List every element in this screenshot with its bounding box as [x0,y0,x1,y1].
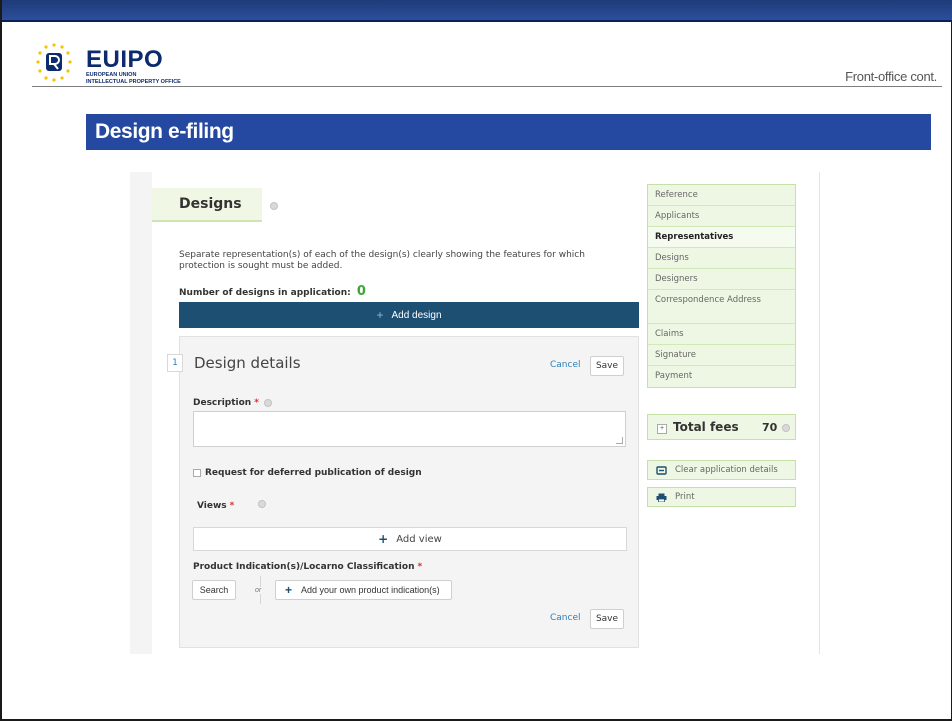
product-indication-label-text: Product Indication(s)/Locarno Classifica… [193,562,415,572]
section-label: Front-office cont. [845,69,937,84]
design-details-title: Design details [194,354,301,372]
eu-stars-logo-icon [36,43,72,82]
nav-item-reference[interactable]: Reference [648,185,795,206]
required-mark: * [229,501,235,511]
description-field[interactable] [193,411,626,447]
slide: EUIPO EUROPEAN UNION INTELLECTUAL PROPER… [0,0,952,721]
add-own-product-button[interactable]: + Add your own product indication(s) [275,580,452,600]
clear-application-label: Clear application details [675,465,778,475]
designs-count-label: Number of designs in application: [179,288,351,298]
deferred-publication-checkbox[interactable] [193,469,201,477]
required-mark: * [417,562,423,572]
required-mark: * [254,398,259,408]
logo-subtitle: EUROPEAN UNION INTELLECTUAL PROPERTY OFF… [86,72,181,85]
clear-application-button[interactable]: Clear application details [647,460,796,480]
total-fees-value: 70 [762,421,778,434]
save-button-bottom[interactable]: Save [590,609,624,629]
logo-word: EUIPO [86,46,164,73]
views-label: Views * [197,501,234,511]
top-bar-line [2,20,952,22]
nav-item-claims[interactable]: Claims [648,324,795,345]
tab-designs-label: Designs [179,196,242,212]
nav-item-representatives[interactable]: Representatives [648,227,795,248]
euipo-logo: EUIPO EUROPEAN UNION INTELLECTUAL PROPER… [34,42,224,86]
top-bar [2,0,952,20]
add-view-label: Add view [396,533,442,545]
header-divider [32,86,942,87]
slide-title-bar: Design e-filing [86,114,931,150]
info-icon[interactable] [264,399,272,407]
description-label: Description * [193,398,259,408]
plus-icon: + [376,308,384,322]
info-icon[interactable] [782,424,790,432]
plus-icon: + [378,532,389,546]
clear-icon [656,465,667,475]
slide-title: Design e-filing [95,120,234,143]
print-button[interactable]: Print [647,487,796,507]
nav-item-designers[interactable]: Designers [648,269,795,290]
designs-count-value: 0 [356,284,366,299]
total-fees-label: Total fees [673,420,739,434]
description-label-text: Description [193,398,252,408]
views-label-text: Views [197,501,227,511]
info-icon[interactable] [258,500,266,508]
add-view-button[interactable]: + Add view [193,527,627,551]
cancel-link-top[interactable]: Cancel [550,360,581,370]
application-sections-nav: Reference Applicants Representatives Des… [647,184,796,388]
print-icon [656,493,667,502]
add-design-button[interactable]: + Add design [179,302,639,328]
info-icon[interactable] [270,202,278,210]
nav-item-applicants[interactable]: Applicants [648,206,795,227]
add-design-label: Add design [391,309,442,321]
product-indication-label: Product Indication(s)/Locarno Classifica… [193,562,422,572]
logo-sub-line2: INTELLECTUAL PROPERTY OFFICE [86,78,181,85]
tab-designs[interactable]: Designs [152,188,262,222]
designs-count: Number of designs in application: 0 [179,284,366,299]
screenshot-left-stripe [130,172,152,654]
nav-item-signature[interactable]: Signature [648,345,795,366]
search-button[interactable]: Search [192,580,236,600]
deferred-publication-label: Request for deferred publication of desi… [205,468,422,478]
design-details-panel [179,336,639,648]
nav-item-payment[interactable]: Payment [648,366,795,387]
print-label: Print [675,492,695,502]
design-index-badge: 1 [167,354,183,372]
plus-icon: + [285,583,293,597]
nav-item-correspondence-address[interactable]: Correspondence Address [648,290,795,324]
fees-expand-toggle[interactable]: + [657,424,667,434]
total-fees-box: + Total fees 70 [647,414,796,440]
intro-text: Separate representation(s) of each of th… [179,250,585,271]
add-own-product-label: Add your own product indication(s) [301,585,440,595]
cancel-link-bottom[interactable]: Cancel [550,613,581,623]
or-label: or [254,587,263,594]
save-button-top[interactable]: Save [590,356,624,376]
nav-item-designs[interactable]: Designs [648,248,795,269]
